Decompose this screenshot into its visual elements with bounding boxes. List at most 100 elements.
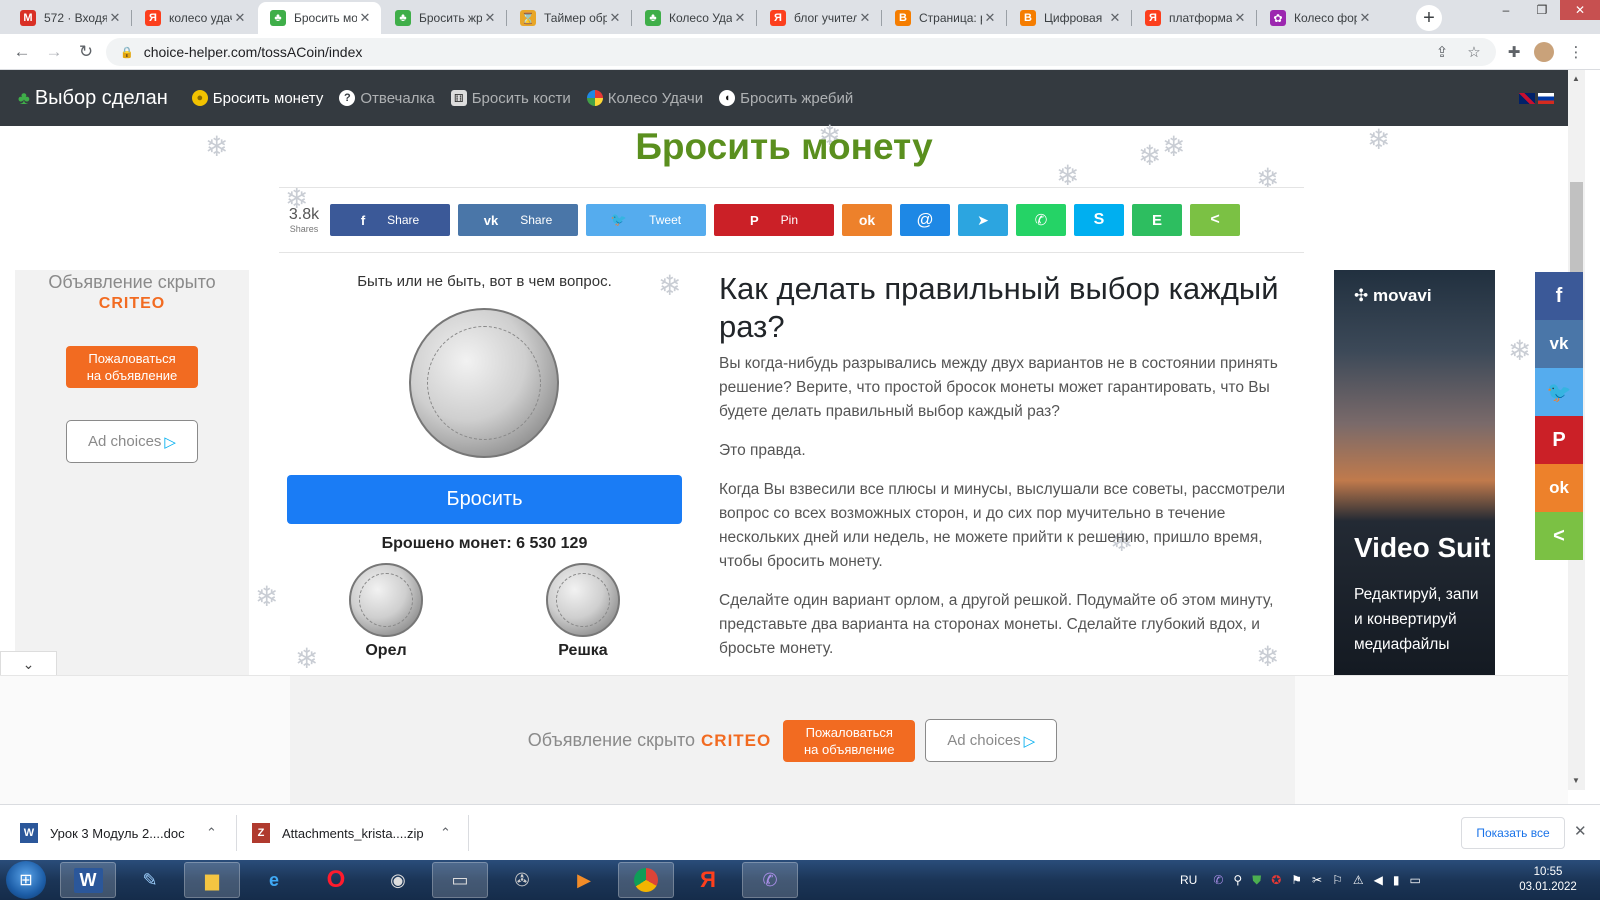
chevron-up-icon[interactable]: ⌃	[440, 825, 451, 841]
ie-taskbar-app[interactable]: e	[246, 862, 302, 898]
bookmark-star-icon[interactable]: ☆	[1464, 42, 1484, 62]
heads-coin-image[interactable]	[349, 563, 423, 637]
close-tab-icon[interactable]: ✕	[1107, 10, 1123, 26]
browser-tab[interactable]: ♣ Бросить монету✕	[258, 2, 381, 34]
close-tab-icon[interactable]: ✕	[232, 10, 248, 26]
more-share-button[interactable]: <	[1190, 204, 1240, 236]
nav-item-wheel[interactable]: Колесо Удачи	[586, 90, 703, 107]
evernote-share-button[interactable]: E	[1132, 204, 1182, 236]
taskbar-clock[interactable]: 10:55 03.01.2022	[1508, 865, 1588, 895]
forward-arrow-icon[interactable]: →	[42, 40, 66, 64]
ru-flag-icon[interactable]	[1538, 93, 1554, 104]
nav-item-dice[interactable]: ⚅ Бросить кости	[450, 90, 571, 107]
nav-item-answerer[interactable]: ? Отвечалка	[339, 90, 435, 107]
explorer-taskbar-app[interactable]: ▆	[184, 862, 240, 898]
yandex-taskbar-app[interactable]: Я	[680, 862, 736, 898]
movavi-ad-banner[interactable]: ✣ movavi Video Suit Редактируй, запи и к…	[1334, 270, 1495, 675]
pinterest-float-button[interactable]: P	[1535, 416, 1583, 464]
tool-tray-icon[interactable]: ✂	[1312, 873, 1322, 887]
menu-kebab-icon[interactable]: ⋮	[1566, 42, 1586, 62]
ad-choices-button[interactable]: Ad choices ▷	[925, 719, 1058, 762]
site-brand[interactable]: ♣ Выбор сделан	[18, 87, 168, 110]
vk-share-button[interactable]: vk Share	[458, 204, 578, 236]
security-tray-icon[interactable]: ⛊	[1252, 873, 1261, 888]
browser-tab[interactable]: ✿ Колесо фор ✕	[1258, 2, 1381, 34]
volume-icon[interactable]: ◀	[1374, 873, 1383, 887]
flag-tray-icon[interactable]: ⚠	[1353, 873, 1364, 887]
ad-choices-button[interactable]: Ad choices ▷	[66, 420, 198, 463]
facebook-share-button[interactable]: f Share	[330, 204, 450, 236]
collapse-ad-button[interactable]: ⌄	[0, 651, 57, 677]
scroll-up-arrow-icon[interactable]: ▲	[1572, 74, 1580, 83]
download-item[interactable]: Z Attachments_krista....zip ⌃	[252, 805, 452, 861]
browser-tab[interactable]: Яколесо удачи✕	[133, 2, 256, 34]
close-tab-icon[interactable]: ✕	[857, 10, 873, 26]
twitter-float-button[interactable]: 🐦	[1535, 368, 1583, 416]
toss-coin-button[interactable]: Бросить	[287, 475, 682, 524]
browser-tab[interactable]: B Цифровая ✕	[1008, 2, 1131, 34]
close-tab-icon[interactable]: ✕	[1357, 10, 1373, 26]
vk-float-button[interactable]: vk	[1535, 320, 1583, 368]
minimize-button[interactable]: –	[1488, 0, 1524, 20]
browser-tab[interactable]: Яплатформа ✕	[1133, 2, 1256, 34]
word-taskbar-app[interactable]: W	[60, 862, 116, 898]
maximize-button[interactable]: ❐	[1524, 0, 1560, 20]
share-float-button[interactable]: <	[1535, 512, 1583, 560]
whatsapp-share-button[interactable]: ✆	[1016, 204, 1066, 236]
skype-share-button[interactable]: S	[1074, 204, 1124, 236]
close-tab-icon[interactable]: ✕	[107, 10, 123, 26]
close-window-button[interactable]: ✕	[1560, 0, 1600, 20]
close-shelf-icon[interactable]: ✕	[1574, 822, 1587, 840]
movie-taskbar-app[interactable]: ✇	[494, 862, 550, 898]
viber-tray-icon[interactable]: ✆	[1213, 873, 1223, 887]
extensions-puzzle-icon[interactable]: ✚	[1504, 42, 1524, 62]
close-tab-icon[interactable]: ✕	[1232, 10, 1248, 26]
usb-tray-icon[interactable]: ⚲	[1233, 873, 1242, 887]
action-center-icon[interactable]: ⚐	[1332, 873, 1343, 887]
browser-tab[interactable]: Яблог учителя✕	[758, 2, 881, 34]
close-tab-icon[interactable]: ✕	[982, 10, 998, 26]
media-player-taskbar-app[interactable]: ▶	[556, 862, 612, 898]
camera-taskbar-app[interactable]: ◉	[370, 862, 426, 898]
scroll-down-arrow-icon[interactable]: ▼	[1572, 776, 1580, 785]
pinterest-share-button[interactable]: P Pin	[714, 204, 834, 236]
browser-tab[interactable]: M 572 · Входящие✕	[8, 2, 131, 34]
twitter-share-button[interactable]: 🐦 Tweet	[586, 204, 706, 236]
report-ad-button[interactable]: Пожаловаться на объявление	[66, 346, 198, 388]
chrome-taskbar-app[interactable]	[618, 862, 674, 898]
viber-taskbar-app[interactable]: ✆	[742, 862, 798, 898]
signal-bars-icon[interactable]: ▮	[1393, 873, 1400, 887]
presentation-taskbar-app[interactable]: ▭	[432, 862, 488, 898]
nav-item-toss-coin[interactable]: ● Бросить монету	[191, 90, 323, 107]
language-indicator[interactable]: RU	[1180, 873, 1197, 887]
odnoklassniki-float-button[interactable]: ok	[1535, 464, 1583, 512]
browser-tab[interactable]: B Страница: р ✕	[883, 2, 1006, 34]
opera-taskbar-app[interactable]: O	[308, 862, 364, 898]
start-button[interactable]: ⊞	[6, 861, 46, 899]
url-bar[interactable]: 🔒 choice-helper.com/tossACoin/index	[106, 38, 1496, 66]
network-tray-icon[interactable]: ⚑	[1291, 873, 1302, 887]
browser-tab[interactable]: ⌛ Таймер обратного✕	[508, 2, 631, 34]
new-tab-button[interactable]: +	[1416, 5, 1442, 31]
chevron-up-icon[interactable]: ⌃	[206, 825, 217, 841]
close-tab-icon[interactable]: ✕	[482, 10, 498, 26]
notepad-taskbar-app[interactable]: ✎	[122, 862, 178, 898]
close-tab-icon[interactable]: ✕	[607, 10, 623, 26]
telegram-share-button[interactable]: ➤	[958, 204, 1008, 236]
battery-icon[interactable]: ▭	[1409, 873, 1420, 887]
share-page-icon[interactable]: ⇪	[1432, 42, 1452, 62]
profile-avatar[interactable]	[1534, 42, 1554, 62]
tails-coin-image[interactable]	[546, 563, 620, 637]
report-ad-button[interactable]: Пожаловаться на объявление	[783, 719, 916, 762]
browser-tab[interactable]: ♣ Колесо Удачи✕	[633, 2, 756, 34]
update-tray-icon[interactable]: ✪	[1271, 873, 1281, 887]
odnoklassniki-share-button[interactable]: ok	[842, 204, 892, 236]
nav-item-draw-lots[interactable]: ◖ Бросить жребий	[719, 90, 853, 107]
close-tab-icon[interactable]: ✕	[357, 10, 373, 26]
browser-tab[interactable]: ♣ Бросить жребий✕	[383, 2, 506, 34]
back-arrow-icon[interactable]: ←	[10, 40, 34, 64]
show-all-downloads-button[interactable]: Показать все	[1461, 817, 1565, 849]
download-item[interactable]: W Урок 3 Модуль 2....doc ⌃	[20, 805, 220, 861]
reload-icon[interactable]: ↻	[74, 40, 98, 64]
email-share-button[interactable]: @	[900, 204, 950, 236]
